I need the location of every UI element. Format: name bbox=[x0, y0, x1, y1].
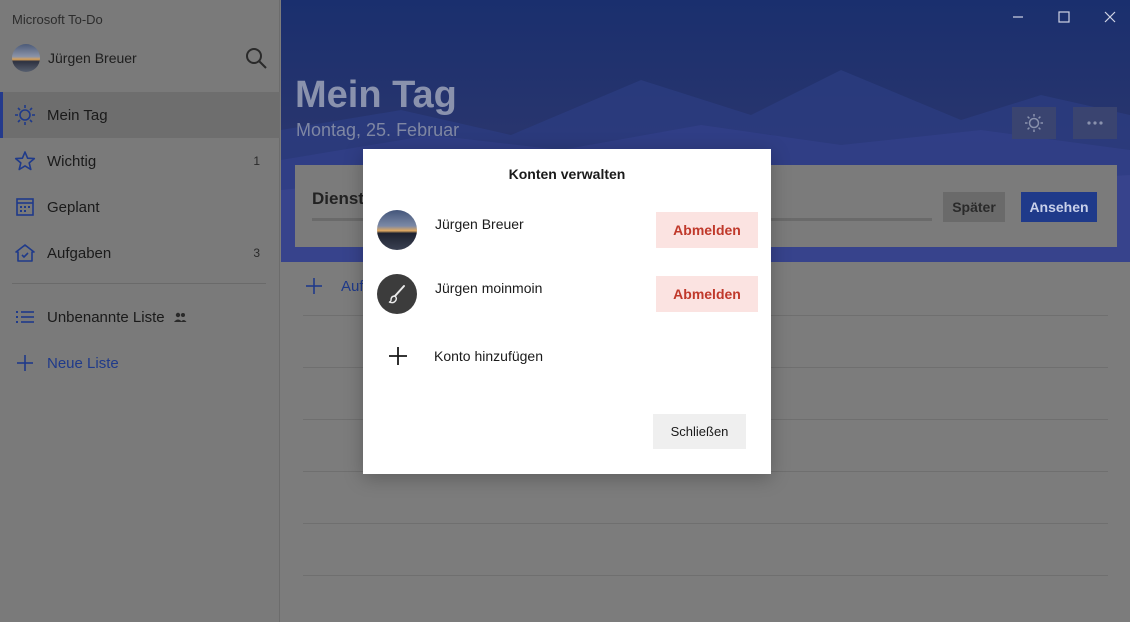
sidebar-item-geplant[interactable]: Geplant bbox=[0, 184, 280, 230]
brush-icon bbox=[388, 285, 405, 304]
avatar bbox=[377, 210, 417, 250]
suggestions-button[interactable] bbox=[1012, 107, 1056, 139]
later-button[interactable]: Später bbox=[943, 192, 1005, 222]
new-list-label: Neue Liste bbox=[47, 354, 119, 372]
add-task-button[interactable]: Auf bbox=[303, 275, 364, 297]
plus-icon bbox=[389, 347, 407, 365]
close-icon[interactable] bbox=[1099, 6, 1121, 28]
sidebar-item-label: Aufgaben bbox=[47, 244, 112, 262]
avatar bbox=[377, 274, 417, 314]
more-options-button[interactable] bbox=[1073, 107, 1117, 139]
account-name: Jürgen Breuer bbox=[435, 216, 524, 232]
sidebar-item-label: Unbenannte Liste bbox=[47, 308, 165, 326]
divider bbox=[12, 283, 266, 284]
list-icon bbox=[16, 311, 34, 323]
nav-list: Mein Tag Wichtig 1 Geplant Aufgaben 3 bbox=[0, 92, 280, 276]
account-row: Jürgen Breuer Abmelden bbox=[377, 210, 758, 254]
sidebar-item-aufgaben[interactable]: Aufgaben 3 bbox=[0, 230, 280, 276]
task-row-divider bbox=[303, 523, 1108, 524]
account-row: Jürgen moinmoin Abmelden bbox=[377, 274, 758, 318]
account-name: Jürgen moinmoin bbox=[435, 280, 543, 296]
maximize-icon[interactable] bbox=[1053, 6, 1075, 28]
sidebar: Microsoft To-Do Jürgen Breuer Mein Tag W… bbox=[0, 0, 280, 622]
app-title: Microsoft To-Do bbox=[12, 12, 103, 27]
close-button[interactable]: Schließen bbox=[653, 414, 746, 449]
user-name: Jürgen Breuer bbox=[48, 50, 137, 66]
sidebar-item-unbenannte-liste[interactable]: Unbenannte Liste bbox=[0, 294, 280, 340]
add-account-button[interactable]: Konto hinzufügen bbox=[387, 345, 543, 367]
new-list-button[interactable]: Neue Liste bbox=[0, 340, 280, 386]
task-row-divider bbox=[303, 575, 1108, 576]
star-icon bbox=[14, 151, 36, 171]
plus-icon bbox=[306, 278, 322, 294]
plus-icon bbox=[17, 355, 33, 371]
view-button[interactable]: Ansehen bbox=[1021, 192, 1097, 222]
signout-button[interactable]: Abmelden bbox=[656, 276, 758, 312]
lightbulb-icon bbox=[1025, 114, 1043, 132]
calendar-icon bbox=[16, 198, 34, 216]
signout-button[interactable]: Abmelden bbox=[656, 212, 758, 248]
add-task-label: Auf bbox=[341, 277, 364, 295]
shared-people-icon bbox=[173, 312, 187, 322]
page-date: Montag, 25. Februar bbox=[296, 120, 460, 140]
manage-accounts-dialog: Konten verwalten Jürgen Breuer Abmelden … bbox=[363, 149, 771, 474]
dialog-title: Konten verwalten bbox=[508, 166, 626, 182]
suggestion-title: Dienst bbox=[312, 189, 364, 208]
minimize-icon[interactable] bbox=[1007, 6, 1029, 28]
sidebar-item-mein-tag[interactable]: Mein Tag bbox=[0, 92, 280, 138]
sidebar-item-wichtig[interactable]: Wichtig 1 bbox=[0, 138, 280, 184]
home-icon bbox=[15, 244, 35, 262]
search-icon[interactable] bbox=[244, 46, 268, 70]
sidebar-item-label: Wichtig bbox=[47, 152, 97, 170]
page-title: Mein Tag bbox=[295, 74, 457, 116]
avatar bbox=[12, 44, 40, 72]
add-account-label: Konto hinzufügen bbox=[434, 348, 543, 364]
sidebar-item-label: Geplant bbox=[47, 198, 100, 216]
item-count: 1 bbox=[253, 154, 260, 168]
sidebar-item-label: Mein Tag bbox=[47, 106, 108, 124]
more-icon bbox=[1087, 121, 1103, 125]
item-count: 3 bbox=[253, 246, 260, 260]
sun-icon bbox=[15, 105, 35, 125]
user-profile[interactable]: Jürgen Breuer bbox=[12, 42, 270, 74]
